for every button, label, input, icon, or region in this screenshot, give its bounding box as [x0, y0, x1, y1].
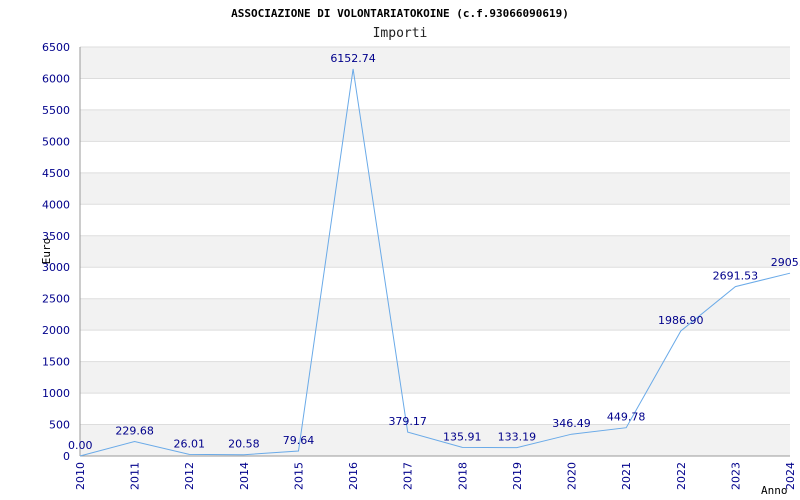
line-chart: 0500100015002000250030003500400045005000… — [40, 7, 800, 497]
x-axis-label: Anno — [761, 484, 788, 497]
y-tick-label: 1000 — [42, 387, 70, 400]
data-label: 229.68 — [115, 425, 154, 438]
x-tick-label: 2021 — [620, 462, 633, 490]
data-label: 6152.74 — [330, 52, 376, 65]
data-label: 2691.53 — [713, 270, 759, 283]
x-tick-label: 2017 — [402, 462, 415, 490]
data-label: 1986.90 — [658, 314, 704, 327]
x-tick-label: 2020 — [566, 462, 579, 490]
data-label: 79.64 — [283, 434, 315, 447]
x-tick-label: 2012 — [183, 462, 196, 490]
x-tick-label: 2011 — [129, 462, 142, 490]
x-tick-label: 2019 — [511, 462, 524, 490]
x-tick-label: 2023 — [729, 462, 742, 490]
data-label: 26.01 — [173, 437, 205, 450]
data-label: 346.49 — [552, 417, 591, 430]
grid-band — [80, 235, 790, 268]
x-tick-label: 2014 — [238, 462, 251, 490]
grid-band — [80, 361, 790, 394]
y-tick-label: 500 — [49, 419, 70, 432]
x-tick-label: 2010 — [74, 462, 87, 490]
data-label: 379.17 — [388, 415, 427, 428]
y-axis-label: Euro — [40, 238, 53, 265]
y-tick-label: 4000 — [42, 198, 70, 211]
y-tick-label: 5500 — [42, 104, 70, 117]
y-tick-label: 4500 — [42, 167, 70, 180]
data-label: 20.58 — [228, 438, 260, 451]
y-tick-label: 5000 — [42, 135, 70, 148]
y-tick-label: 1500 — [42, 356, 70, 369]
grid-band — [80, 109, 790, 142]
x-tick-label: 2016 — [347, 462, 360, 490]
x-tick-label: 2015 — [292, 462, 305, 490]
grid-band — [80, 172, 790, 205]
data-label: 135.91 — [443, 430, 482, 443]
grid-band — [80, 47, 790, 79]
x-tick-label: 2018 — [456, 462, 469, 490]
y-tick-label: 2500 — [42, 293, 70, 306]
y-tick-label: 6000 — [42, 72, 70, 85]
y-tick-label: 6500 — [42, 41, 70, 54]
x-tick-labels: 2010 2011 2012 2014 2015 2016 2017 2018 2019 2020… — [74, 462, 797, 490]
chart-title: ASSOCIAZIONE DI VOLONTARIATOKOINE (c.f.9… — [231, 7, 569, 20]
x-tick-label: 2022 — [675, 462, 688, 490]
data-label: 133.19 — [498, 431, 537, 444]
data-label: 0.00 — [68, 439, 93, 452]
chart-subtitle: Importi — [373, 26, 428, 41]
y-tick-label: 2000 — [42, 324, 70, 337]
data-label: 2905.7 — [771, 256, 800, 269]
data-label: 449.78 — [607, 411, 646, 424]
grid-bands — [80, 47, 790, 456]
